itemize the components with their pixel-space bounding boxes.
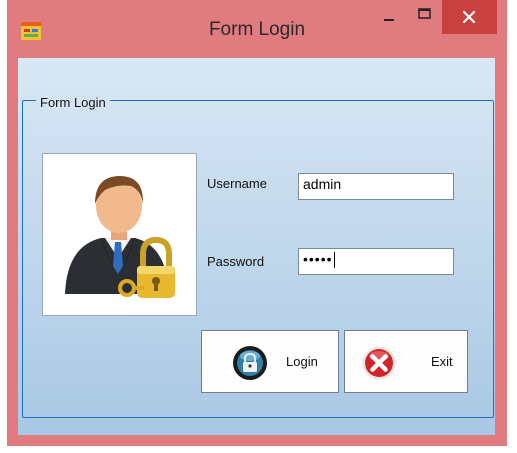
maximize-icon bbox=[418, 8, 431, 19]
exit-label: Exit bbox=[431, 354, 453, 369]
avatar bbox=[42, 153, 197, 316]
title-bar[interactable]: Form Login bbox=[7, 0, 507, 58]
lock-icon bbox=[233, 346, 267, 380]
maximize-button[interactable] bbox=[411, 0, 439, 34]
user-lock-icon bbox=[65, 176, 175, 298]
username-value: admin bbox=[303, 176, 342, 192]
text-caret bbox=[333, 252, 335, 269]
minimize-button[interactable] bbox=[375, 0, 403, 34]
exit-button[interactable]: Exit bbox=[344, 330, 468, 393]
close-icon bbox=[462, 10, 476, 24]
login-label: Login bbox=[286, 354, 318, 369]
login-button[interactable]: Login bbox=[201, 330, 339, 393]
groupbox-title: Form Login bbox=[36, 95, 110, 110]
password-label: Password bbox=[207, 254, 265, 269]
username-label: Username bbox=[207, 176, 267, 191]
password-field[interactable]: ••••• bbox=[298, 248, 454, 275]
close-button[interactable] bbox=[442, 0, 497, 34]
password-value: ••••• bbox=[303, 251, 333, 267]
username-field[interactable]: admin bbox=[298, 173, 454, 200]
cancel-icon bbox=[362, 346, 396, 380]
minimize-icon bbox=[384, 19, 394, 21]
